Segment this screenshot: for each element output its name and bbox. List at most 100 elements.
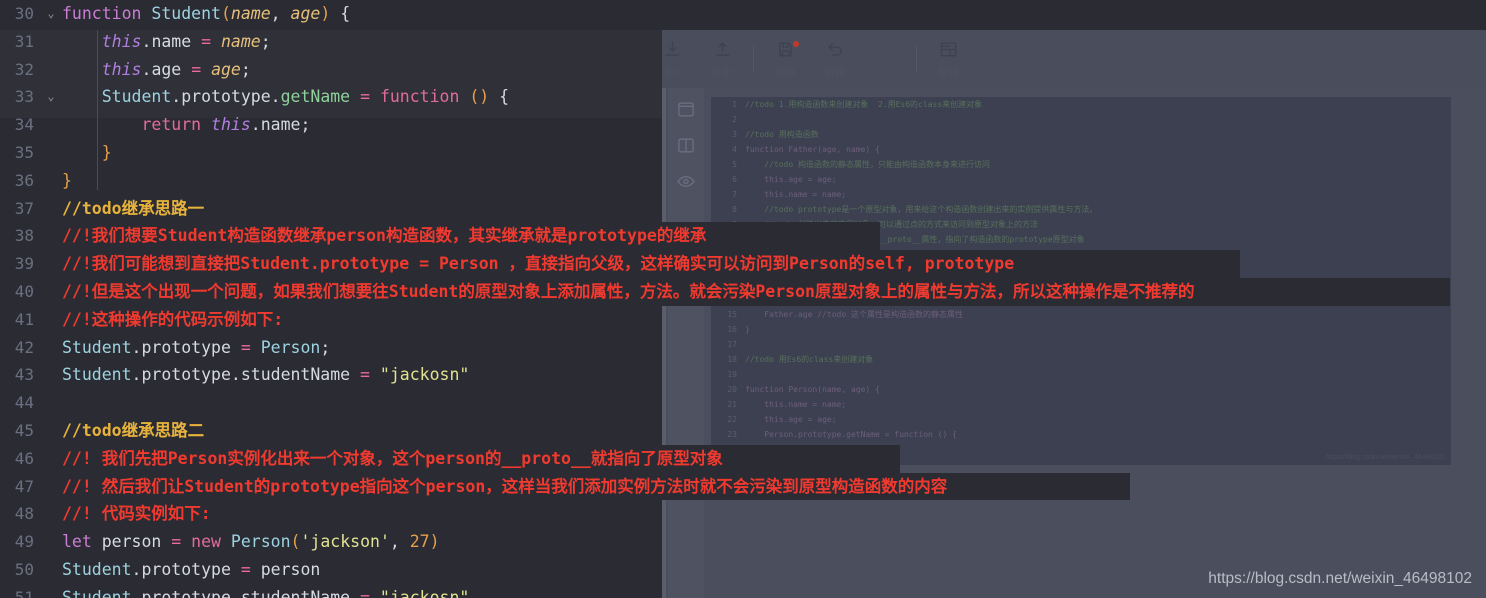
markdown-line: me = name; <box>4 248 84 265</box>
preview-line-text: this.age = age; <box>745 175 837 184</box>
undo-arrow-icon <box>826 38 845 60</box>
toolbar-button-label: 撤销 <box>824 67 846 79</box>
toolbar-button-save-floppy[interactable]: 保存 <box>760 33 810 85</box>
preview-code-line: 11 Father.prototype.getName = function (… <box>711 247 1451 262</box>
preview-line-number: 9 <box>732 220 737 229</box>
toolbar-button-summary[interactable]: 摘要 <box>584 33 634 85</box>
toolbar-button-image[interactable]: 图片 <box>371 33 421 85</box>
preview-code-line: 18 //todo 用Es6的class来创建对象 <box>711 352 1451 367</box>
preview-embedded-code-image: https://blog.csdn.net/weixin_46498102 1 /… <box>710 96 1452 466</box>
markdown-line: 创建出来的实例对象，可以通过点的方式来访问到原型对象上的方法 <box>4 300 455 317</box>
preview-line-text: Father.age //todo 这个属性是构造函数的静态属性 <box>745 310 963 319</box>
preview-line-number: 23 <box>727 430 737 439</box>
preview-code-line: 22 this.age = age; <box>711 412 1451 427</box>
template-layout-icon <box>939 38 958 60</box>
markdown-line: 构造函数原型上添加一些方法与属性 <box>4 352 245 369</box>
toolbar-separator <box>364 46 365 72</box>
preview-code-line: 1 //todo 1.用构造函数来创建对象 2.用Es6的class来创建对象 <box>711 97 1451 112</box>
toolbar-button-code-block[interactable]: ▼ 代码块 <box>308 33 358 85</box>
toolbar-button-template-layout[interactable]: 模版 <box>923 33 973 85</box>
toolbar-button-strikethrough[interactable]: S̶ 删除线 <box>58 33 108 85</box>
toolbar-button-label: 引用 <box>272 67 294 79</box>
preview-code-line: 3 //todo 用构造函数 <box>711 127 1451 142</box>
toolbar-button-label: 重做 <box>874 67 896 79</box>
preview-code-line: 4 function Father(age, name) { <box>711 142 1451 157</box>
preview-mode-rail <box>668 88 704 598</box>
preview-line-text: //todo 用构造函数 <box>745 130 819 139</box>
toolbar-button-ordered-list[interactable]: 有序 <box>158 33 208 85</box>
toolbar-button-label: 模版 <box>937 67 959 79</box>
toolbar-button-link[interactable]: 超链接 <box>534 33 584 85</box>
toolbar-button-undo-arrow[interactable]: 撤销 <box>810 33 860 85</box>
toolbar-button-table[interactable]: 表格 <box>484 33 534 85</box>
markdown-line: 造函数 <box>4 144 50 161</box>
preview-code-line: 14 Father.getName() //todo 这个方法返回原型上的方法。 <box>711 292 1451 307</box>
heading-icon: H <box>26 39 40 59</box>
markdown-line: Nzbi5uZXQvd2V4aW5fNDY0OTgxMDI=,size_16,c… <box>4 482 543 499</box>
toolbar-button-label: 导出 <box>711 67 733 79</box>
preview-line-number: 17 <box>727 340 737 349</box>
preview-line-number: 20 <box>727 385 737 394</box>
toolbar-button-label: 导入 <box>661 67 683 79</box>
split-pane-icon[interactable] <box>675 134 697 156</box>
preview-line-text: } <box>745 280 770 289</box>
table-icon <box>500 38 519 60</box>
preview-code-line: 23 Person.prototype.getName = function (… <box>711 427 1451 442</box>
preview-line-number: 12 <box>727 265 737 274</box>
toolbar-button-video[interactable]: 视频 <box>421 33 471 85</box>
link-icon <box>550 38 569 60</box>
toolbar-separator <box>916 46 917 72</box>
preview-line-number: 3 <box>732 130 737 139</box>
toolbar-button-todo-list[interactable]: 待办 <box>208 33 258 85</box>
preview-line-text: this.age = age; <box>745 415 837 424</box>
ordered-list-icon <box>174 38 193 60</box>
preview-line-text: //todo 创建出来的实例对象，可以通过点的方式来访问到原型对象上的方法 <box>745 220 1038 229</box>
image-icon <box>387 38 406 60</box>
preview-line-text: function Father(age, name) { <box>745 145 880 154</box>
preview-line-text: //todo 用Es6的class来创建对象 <box>745 355 874 364</box>
markdown-line: ther(age, name) { <box>4 170 120 187</box>
preview-code-line: 20 function Person(name, age) { <box>711 382 1451 397</box>
preview-line-number: 18 <box>727 355 737 364</box>
toolbar-button-import-download[interactable]: 导入 <box>647 33 697 85</box>
preview-line-text: Person.prototype.getName = function () { <box>745 430 957 439</box>
toolbar-button-unordered-list[interactable]: 无序 <box>108 33 158 85</box>
toolbar-button-label: 标题 <box>22 67 44 79</box>
preview-line-number: 4 <box>732 145 737 154</box>
markdown-source-text[interactable]: 构造函数来创建对象 2.用Es6的class来创建对象 造函数 ther(age, … <box>0 88 660 504</box>
preview-code-line: 15 Father.age //todo 这个属性是构造函数的静态属性 <box>711 307 1451 322</box>
toolbar-button-redo-arrow: 重做 <box>860 33 910 85</box>
toolbar-button-label: 图片 <box>385 67 407 79</box>
preview-code-line: 8 //todo prototype是一个原型对象，用来给这个构造函数创建出来的… <box>711 202 1451 217</box>
toolbar-button-label: 保存 <box>774 67 796 79</box>
preview-line-number: 14 <box>727 295 737 304</box>
preview-eye-icon[interactable] <box>675 170 697 192</box>
preview-line-number: 1 <box>732 100 737 109</box>
code-block-icon: ▼ <box>318 38 348 60</box>
preview-code-line: 7 this.name = name; <box>711 187 1451 202</box>
preview-line-text: //todo 则我这个实例对象身上__proto__属性，指向了构造函数的pro… <box>745 235 1085 244</box>
pane-divider[interactable] <box>662 88 666 598</box>
markdown-line: process/image/watermark,type_ZmFuZ3poZW5… <box>4 456 655 473</box>
redo-arrow-icon <box>876 38 895 60</box>
markdown-line: type是一个原型对象，用来给这个构造函数创建出来的实例提供属性与方法。 <box>4 274 513 291</box>
single-pane-icon[interactable] <box>675 98 697 120</box>
preview-line-number: 22 <box>727 415 737 424</box>
document-title[interactable]: JS原型链深入了解 <box>10 2 153 27</box>
toolbar-separator <box>753 46 754 72</box>
preview-line-text: } <box>745 460 770 466</box>
toolbar-button-quote[interactable]: “ 引用 <box>258 33 308 85</box>
toolbar-button-label: 超链接 <box>542 67 576 79</box>
toolbar-separator <box>640 46 641 72</box>
preview-line-number: 7 <box>732 190 737 199</box>
preview-code-line: 19 <box>711 367 1451 382</box>
preview-code-line: 16} <box>711 322 1451 337</box>
word-counter: 9/100 <box>1426 2 1474 23</box>
toolbar-button-export-upload[interactable]: 导出 <box>697 33 747 85</box>
toolbar-button-label: 代码块 <box>316 67 350 79</box>
toolbar-button-heading[interactable]: H 标题 <box>8 33 58 85</box>
preview-line-text: //todo 构造函数的静态属性，只能由构造函数本身来进行访问 <box>745 160 990 169</box>
markdown-line: 构造函数来创建对象 2.用Es6的class来创建对象 <box>4 92 325 109</box>
preview-code-line: 12 return this.name; <box>711 262 1451 277</box>
preview-code-line: 17 <box>711 337 1451 352</box>
